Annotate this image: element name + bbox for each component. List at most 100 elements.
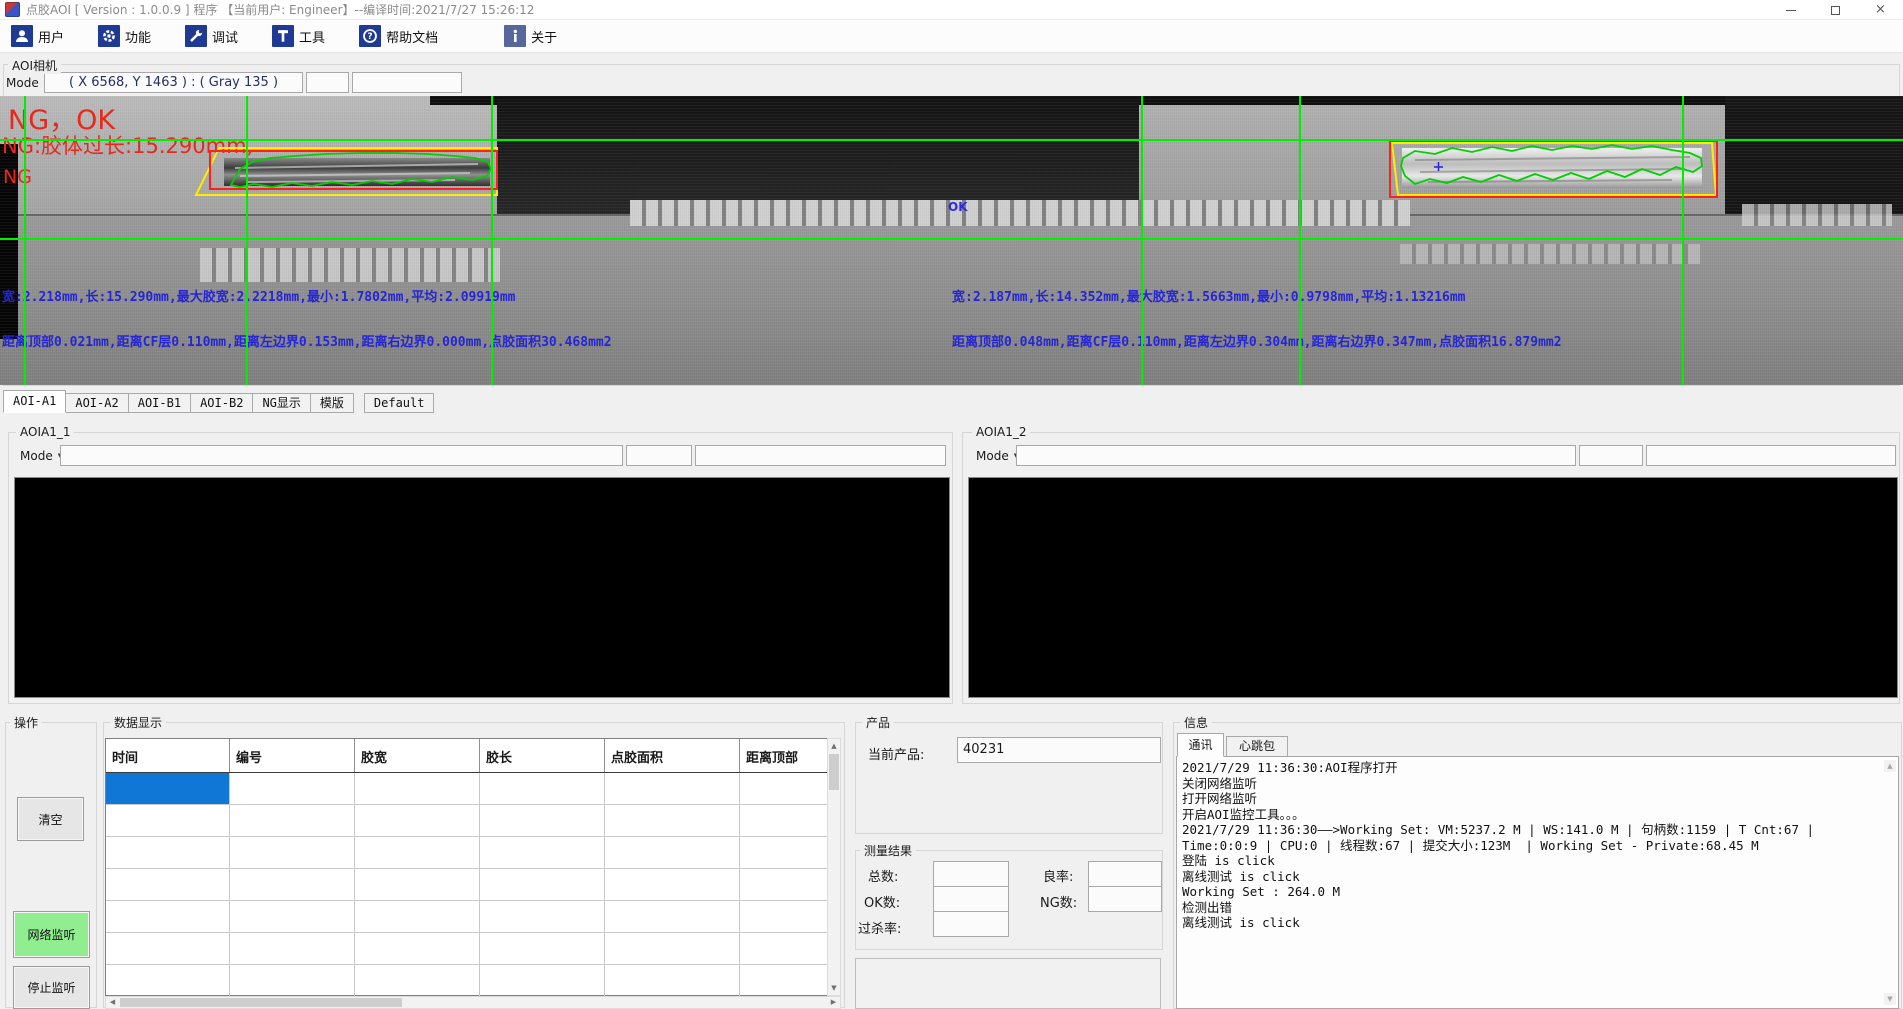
table-cell[interactable]: [480, 773, 605, 804]
toolbar-item-function[interactable]: 功能: [95, 22, 154, 50]
table-row[interactable]: [106, 933, 827, 965]
table-cell[interactable]: [230, 933, 355, 964]
column-header[interactable]: 时间: [106, 739, 230, 772]
stop-listen-button[interactable]: 停止监听: [13, 966, 90, 1009]
panel-left-mode-dropdown[interactable]: Mode▼: [20, 445, 63, 466]
tab-aoi-b2[interactable]: AOI-B2: [190, 393, 253, 413]
maximize-button[interactable]: [1813, 0, 1858, 20]
table-cell[interactable]: [355, 805, 480, 836]
table-cell[interactable]: [740, 901, 827, 932]
table-cell[interactable]: [355, 773, 480, 804]
tab-template[interactable]: 模版: [310, 393, 354, 413]
table-row[interactable]: [106, 901, 827, 933]
camera-field-3[interactable]: [352, 72, 462, 93]
panel-right-field-3[interactable]: [1646, 445, 1896, 466]
table-cell[interactable]: [740, 933, 827, 964]
panel-right-image-view[interactable]: [968, 477, 1898, 698]
table-cell[interactable]: [230, 805, 355, 836]
table-cell[interactable]: [605, 965, 740, 996]
tab-default[interactable]: Default: [364, 393, 435, 413]
tab-comm[interactable]: 通讯: [1177, 733, 1224, 757]
vscroll-thumb[interactable]: [829, 754, 839, 790]
table-cell[interactable]: [480, 901, 605, 932]
table-cell[interactable]: [355, 965, 480, 996]
tab-heartbeat[interactable]: 心跳包: [1226, 736, 1288, 757]
table-cell[interactable]: [230, 965, 355, 996]
table-cell[interactable]: [106, 869, 230, 900]
comm-log-box[interactable]: 2021/7/29 11:36:30:AOI程序打开 关闭网络监听 打开网络监听…: [1176, 756, 1899, 1009]
panel-right-field-2[interactable]: [1579, 445, 1643, 466]
minimize-button[interactable]: [1768, 0, 1813, 20]
scroll-left-icon[interactable]: ◀: [106, 997, 119, 1008]
column-header[interactable]: 点胶面积: [605, 739, 740, 772]
total-field[interactable]: [933, 861, 1009, 887]
table-row[interactable]: [106, 965, 827, 997]
table-cell[interactable]: [480, 933, 605, 964]
table-cell[interactable]: [605, 773, 740, 804]
scroll-down-icon[interactable]: ▼: [828, 981, 840, 995]
table-cell[interactable]: [480, 805, 605, 836]
table-cell[interactable]: [106, 773, 230, 804]
scroll-up-icon[interactable]: ▲: [1884, 760, 1896, 772]
table-cell[interactable]: [106, 933, 230, 964]
ng-count-field[interactable]: [1088, 886, 1162, 912]
table-cell[interactable]: [230, 773, 355, 804]
tab-ng-display[interactable]: NG显示: [252, 393, 310, 413]
column-header[interactable]: 胶宽: [355, 739, 480, 772]
table-cell[interactable]: [740, 837, 827, 868]
yield-field[interactable]: [1088, 861, 1162, 887]
table-cell[interactable]: [106, 965, 230, 996]
table-cell[interactable]: [480, 837, 605, 868]
panel-left-field-3[interactable]: [695, 445, 946, 466]
overkill-field[interactable]: [933, 911, 1009, 937]
toolbar-item-about[interactable]: 关于: [501, 22, 560, 50]
panel-right-field-1[interactable]: [1016, 445, 1576, 466]
clear-button[interactable]: 清空: [17, 797, 84, 841]
table-hscrollbar[interactable]: ◀ ▶: [105, 996, 841, 1009]
toolbar-item-debug[interactable]: 调试: [182, 22, 241, 50]
camera-mode-dropdown[interactable]: Mode▼: [6, 72, 49, 93]
table-row[interactable]: [106, 869, 827, 901]
table-cell[interactable]: [740, 965, 827, 996]
table-cell[interactable]: [230, 901, 355, 932]
current-product-field[interactable]: 40231: [957, 737, 1161, 763]
table-cell[interactable]: [230, 869, 355, 900]
table-cell[interactable]: [740, 805, 827, 836]
table-cell[interactable]: [480, 965, 605, 996]
table-cell[interactable]: [740, 869, 827, 900]
table-cell[interactable]: [480, 869, 605, 900]
tab-aoi-b1[interactable]: AOI-B1: [128, 393, 191, 413]
table-cell[interactable]: [355, 837, 480, 868]
table-cell[interactable]: [106, 805, 230, 836]
panel-left-image-view[interactable]: [14, 477, 950, 698]
table-cell[interactable]: [740, 773, 827, 804]
column-header[interactable]: 胶长: [480, 739, 605, 772]
toolbar-item-user[interactable]: 用户: [8, 22, 67, 50]
scroll-up-icon[interactable]: ▲: [828, 739, 840, 753]
table-cell[interactable]: [230, 837, 355, 868]
panel-right-mode-dropdown[interactable]: Mode▼: [976, 445, 1019, 466]
toolbar-item-tools[interactable]: 工具: [269, 22, 328, 50]
table-cell[interactable]: [605, 869, 740, 900]
table-row[interactable]: [106, 805, 827, 837]
scroll-right-icon[interactable]: ▶: [827, 997, 840, 1008]
panel-left-field-2[interactable]: [626, 445, 692, 466]
table-cell[interactable]: [605, 933, 740, 964]
tab-aoi-a2[interactable]: AOI-A2: [65, 393, 128, 413]
panel-left-field-1[interactable]: [60, 445, 623, 466]
table-cell[interactable]: [605, 805, 740, 836]
camera-field-2[interactable]: [306, 72, 349, 93]
table-cell[interactable]: [605, 901, 740, 932]
ok-count-field[interactable]: [933, 886, 1009, 912]
column-header[interactable]: 距离顶部: [740, 739, 827, 772]
table-cell[interactable]: [106, 837, 230, 868]
network-listen-button[interactable]: 网络监听: [13, 911, 90, 958]
close-button[interactable]: ×: [1858, 0, 1903, 20]
camera-viewport[interactable]: NG，OK NG:胶体过长:15.290mm, NG OK 宽:2.218mm,…: [0, 96, 1903, 385]
column-header[interactable]: 编号: [230, 739, 355, 772]
table-row[interactable]: [106, 773, 827, 805]
table-cell[interactable]: [106, 901, 230, 932]
table-cell[interactable]: [355, 901, 480, 932]
table-row[interactable]: [106, 837, 827, 869]
table-cell[interactable]: [355, 869, 480, 900]
